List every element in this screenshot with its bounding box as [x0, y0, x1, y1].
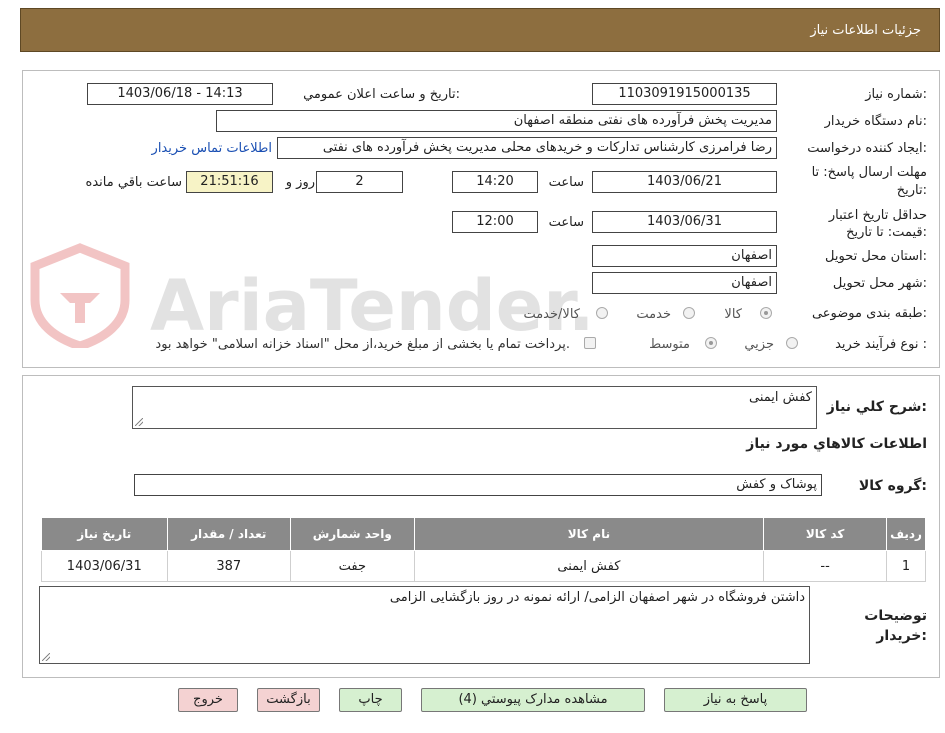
category-goods-label: کالا [724, 307, 742, 322]
remaining-label: ساعت باقي مانده [85, 175, 182, 190]
price-validity-label: حداقل تاریخ اعتبار قیمت: تا تاریخ: [828, 208, 927, 240]
buyer-org-label: نام دستگاه خريدار: [824, 114, 927, 129]
days-remaining-field: 2 [316, 171, 403, 193]
buyer-org-field: مدیریت پخش فرآورده های نفتی منطقه اصفهان [216, 110, 777, 132]
days-label: روز و [285, 175, 315, 190]
treasury-payment-checkbox[interactable] [584, 337, 596, 349]
category-service-radio[interactable] [683, 307, 695, 319]
price-date-field: 1403/06/31 [592, 211, 777, 233]
price-time-field: 12:00 [452, 211, 538, 233]
requester-label: ايجاد کننده درخواست: [807, 141, 927, 156]
province-label: استان محل تحويل: [825, 249, 927, 264]
need-number-label: شماره نیاز: [865, 87, 927, 102]
col-item-name: نام کالا [413, 517, 765, 551]
cell-need-date: 1403/06/31 [41, 550, 168, 582]
resize-grip-icon[interactable] [42, 653, 50, 661]
requester-field: رضا فرامرزی کارشناس تدارکات و خریدهای مح… [277, 137, 777, 159]
back-button[interactable]: بازگشت [257, 688, 320, 712]
cell-item-name: کفش ایمنی [413, 550, 765, 582]
price-time-label: ساعت [548, 215, 584, 230]
treasury-payment-note: پرداخت تمام یا بخشی از مبلغ خرید،از محل … [155, 337, 570, 352]
purchase-type-label: نوع فرآیند خرید : [835, 337, 927, 352]
cell-unit: جفت [289, 550, 415, 582]
col-row-number: رديف [886, 517, 926, 551]
col-unit: واحد شمارش [289, 517, 415, 551]
goods-group-label: گروه کالا: [858, 478, 927, 494]
table-row: 1403/06/31 387 جفت کفش ایمنی -- 1 [41, 550, 926, 582]
province-field: اصفهان [592, 245, 777, 267]
col-need-date: تاريخ نياز [41, 517, 168, 551]
reply-button[interactable]: پاسخ به نياز [664, 688, 807, 712]
category-both-label: کالا/خدمت [523, 307, 580, 322]
buyer-notes-textarea[interactable]: داشتن فروشگاه در شهر اصفهان الزامی/ ارائ… [39, 586, 810, 664]
goods-info-title: اطلاعات کالاهاي مورد نياز [746, 436, 927, 452]
watermark-logo: AriaTender.net [30, 243, 725, 351]
category-label: طبقه بندی موضوعی: [811, 306, 927, 321]
reply-date-field: 1403/06/21 [592, 171, 777, 193]
goods-table: تاريخ نياز تعداد / مقدار واحد شمارش نام … [41, 517, 926, 582]
need-number-field: 1103091915000135 [592, 83, 777, 105]
announce-field: 1403/06/18 - 14:13 [87, 83, 273, 105]
page-header: جزئیات اطلاعات نیاز [20, 8, 940, 52]
category-goods-radio[interactable] [760, 307, 772, 319]
description-textarea[interactable]: کفش ایمنی [132, 386, 817, 429]
city-label: شهر محل تحويل: [832, 276, 927, 291]
category-service-label: خدمت [636, 307, 671, 322]
buyer-notes-text: داشتن فروشگاه در شهر اصفهان الزامی/ ارائ… [389, 590, 805, 605]
description-label: شرح کلي نياز: [826, 399, 927, 415]
resize-grip-icon[interactable] [135, 418, 143, 426]
reply-time-field: 14:20 [452, 171, 538, 193]
col-quantity: تعداد / مقدار [166, 517, 291, 551]
category-both-radio[interactable] [596, 307, 608, 319]
cell-item-code: -- [763, 550, 888, 582]
cell-row-number: 1 [886, 550, 926, 582]
watermark: AriaTender.net [30, 238, 725, 352]
description-text: کفش ایمنی [749, 390, 812, 405]
city-field: اصفهان [592, 272, 777, 294]
cell-quantity: 387 [166, 550, 291, 582]
col-item-code: کد کالا [763, 517, 888, 551]
purchase-minor-radio[interactable] [786, 337, 798, 349]
purchase-medium-label: متوسط [649, 337, 690, 352]
buyer-contact-link[interactable]: اطلاعات تماس خریدار [152, 141, 272, 156]
table-header-row: تاريخ نياز تعداد / مقدار واحد شمارش نام … [41, 517, 926, 551]
announce-label: تاریخ و ساعت اعلان عمومي: [303, 87, 460, 102]
page-title: جزئیات اطلاعات نیاز [810, 23, 921, 38]
buyer-notes-label: توضيحات خريدار: [864, 608, 927, 644]
view-attachments-button[interactable]: مشاهده مدارک پيوستي (4) [421, 688, 645, 712]
reply-deadline-label: مهلت ارسال پاسخ: تا تاریخ: [811, 165, 927, 198]
print-button[interactable]: چاپ [339, 688, 402, 712]
reply-time-label: ساعت [548, 175, 584, 190]
svg-text:AriaTender.net: AriaTender.net [150, 265, 600, 347]
goods-group-field: پوشاک و کفش [134, 474, 822, 496]
purchase-medium-radio[interactable] [705, 337, 717, 349]
purchase-minor-label: جزيي [744, 337, 774, 352]
exit-button[interactable]: خروج [178, 688, 238, 712]
remaining-time-field: 21:51:16 [186, 171, 273, 193]
